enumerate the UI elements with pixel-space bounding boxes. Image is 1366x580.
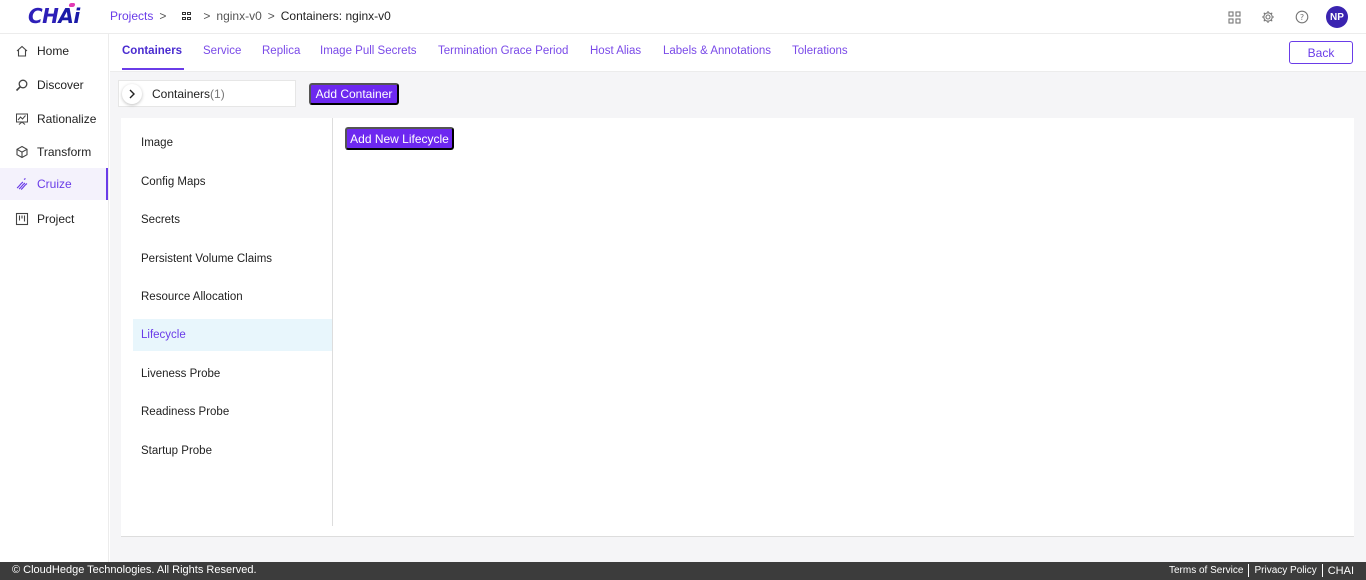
header-actions: ? NP bbox=[1224, 6, 1348, 28]
tab-containers[interactable]: Containers bbox=[122, 45, 182, 57]
copyright-text: © CloudHedge Technologies. All Rights Re… bbox=[12, 564, 257, 576]
sidebar-item-label: Cruize bbox=[37, 177, 72, 191]
sidebar-item-label: Project bbox=[37, 212, 75, 226]
sidebar-item-project[interactable]: Project bbox=[0, 203, 108, 235]
sidebar: Home Discover Rationalize Transform Crui… bbox=[0, 34, 109, 562]
tab-bar: Containers Service Replica Image Pull Se… bbox=[110, 34, 1366, 72]
logo-text-accent: Ai bbox=[58, 4, 80, 28]
sidebar-item-discover[interactable]: Discover bbox=[0, 69, 108, 101]
active-tab-indicator bbox=[122, 68, 184, 70]
privacy-policy-link[interactable]: Privacy Policy bbox=[1249, 565, 1321, 576]
breadcrumb: Projects > > nginx-v0 > Containers: ngin… bbox=[110, 9, 391, 23]
containers-selector: Containers(1) bbox=[118, 80, 296, 107]
panel-divider bbox=[121, 536, 1354, 537]
footer: © CloudHedge Technologies. All Rights Re… bbox=[0, 562, 1366, 580]
cruize-icon bbox=[14, 176, 30, 192]
help-icon[interactable]: ? bbox=[1292, 7, 1312, 27]
main-content: Containers(1) Add Container Image Config… bbox=[110, 72, 1366, 562]
breadcrumb-separator: > bbox=[159, 9, 167, 23]
menu-item-readiness-probe[interactable]: Readiness Probe bbox=[133, 396, 332, 428]
footer-links: Terms of Service Privacy Policy CHAI bbox=[1164, 564, 1354, 577]
containers-count: (1) bbox=[210, 86, 225, 101]
breadcrumb-separator: > bbox=[203, 9, 211, 23]
tab-tolerations[interactable]: Tolerations bbox=[792, 45, 848, 57]
tab-image-pull-secrets[interactable]: Image Pull Secrets bbox=[320, 45, 417, 57]
sidebar-item-cruize[interactable]: Cruize bbox=[0, 168, 108, 200]
menu-item-image[interactable]: Image bbox=[133, 127, 332, 159]
config-section-menu: Image Config Maps Secrets Persistent Vol… bbox=[133, 118, 333, 526]
container-config-panel: Image Config Maps Secrets Persistent Vol… bbox=[121, 118, 1354, 536]
menu-item-config-maps[interactable]: Config Maps bbox=[133, 166, 332, 198]
containers-label: Containers(1) bbox=[152, 87, 225, 101]
containers-label-text: Containers bbox=[152, 86, 211, 101]
discover-icon bbox=[14, 77, 30, 93]
sidebar-item-label: Transform bbox=[37, 145, 92, 159]
menu-item-startup-probe[interactable]: Startup Probe bbox=[133, 435, 332, 467]
tab-service[interactable]: Service bbox=[203, 45, 241, 57]
sidebar-item-home[interactable]: Home bbox=[0, 35, 108, 67]
expand-containers-button[interactable] bbox=[122, 83, 142, 104]
chevron-right-icon bbox=[129, 89, 135, 98]
sidebar-item-label: Discover bbox=[37, 78, 84, 92]
project-icon bbox=[14, 211, 30, 227]
sidebar-item-label: Home bbox=[37, 44, 70, 58]
svg-text:?: ? bbox=[1300, 13, 1304, 22]
terms-of-service-link[interactable]: Terms of Service bbox=[1164, 565, 1248, 576]
home-icon bbox=[14, 43, 30, 59]
breadcrumb-separator: > bbox=[267, 9, 275, 23]
user-avatar[interactable]: NP bbox=[1326, 6, 1348, 28]
tab-replica[interactable]: Replica bbox=[262, 45, 300, 57]
sidebar-item-transform[interactable]: Transform bbox=[0, 136, 108, 168]
sidebar-item-rationalize[interactable]: Rationalize bbox=[0, 103, 108, 135]
menu-item-lifecycle[interactable]: Lifecycle bbox=[133, 319, 332, 351]
breadcrumb-project-link[interactable]: nginx-v0 bbox=[216, 9, 261, 23]
grid-icon[interactable] bbox=[182, 11, 191, 21]
apps-grid-icon[interactable] bbox=[1224, 7, 1244, 27]
logo-text-main: CH bbox=[28, 4, 59, 28]
add-new-lifecycle-button[interactable]: Add New Lifecycle bbox=[345, 127, 454, 150]
sidebar-item-label: Rationalize bbox=[37, 112, 97, 126]
tab-host-alias[interactable]: Host Alias bbox=[590, 45, 641, 57]
settings-gear-icon[interactable] bbox=[1258, 7, 1278, 27]
transform-icon bbox=[14, 144, 30, 160]
tab-termination-grace-period[interactable]: Termination Grace Period bbox=[438, 45, 568, 57]
rationalize-icon bbox=[14, 111, 30, 127]
breadcrumb-projects-link[interactable]: Projects bbox=[110, 9, 153, 23]
tab-labels-annotations[interactable]: Labels & Annotations bbox=[663, 45, 771, 57]
footer-brand: CHAI bbox=[1327, 564, 1354, 577]
menu-item-liveness-probe[interactable]: Liveness Probe bbox=[133, 358, 332, 390]
app-logo[interactable]: CHAi bbox=[28, 3, 80, 28]
top-bar: CHAi Projects > > nginx-v0 > Containers:… bbox=[0, 0, 1366, 34]
menu-item-persistent-volume-claims[interactable]: Persistent Volume Claims bbox=[133, 243, 332, 275]
menu-item-secrets[interactable]: Secrets bbox=[133, 204, 332, 236]
add-container-button[interactable]: Add Container bbox=[309, 83, 399, 105]
breadcrumb-current: Containers: nginx-v0 bbox=[280, 9, 391, 23]
menu-item-resource-allocation[interactable]: Resource Allocation bbox=[133, 281, 332, 313]
back-button[interactable]: Back bbox=[1289, 41, 1353, 64]
